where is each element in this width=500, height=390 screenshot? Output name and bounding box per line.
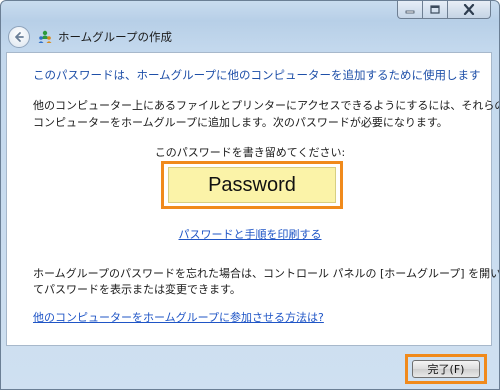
password-highlight: Password: [161, 161, 343, 209]
description-text: 他のコンピューター上にあるファイルとプリンターにアクセスできるようにするには、そ…: [33, 97, 500, 131]
join-help-link[interactable]: 他のコンピューターをホームグループに参加させる方法は?: [33, 309, 324, 325]
content-pane: このパスワードは、ホームグループに他のコンピューターを追加するために使用します …: [6, 52, 500, 346]
caption-buttons: [397, 1, 491, 19]
close-button[interactable]: [448, 1, 491, 19]
print-password-link[interactable]: パスワードと手順を印刷する: [7, 226, 493, 242]
homegroup-icon: [38, 30, 52, 43]
password-display: Password: [168, 167, 336, 203]
minimize-button[interactable]: [397, 1, 423, 19]
close-icon: [463, 4, 475, 15]
forgot-line: てパスワードを表示または変更できます。: [33, 283, 241, 296]
maximize-icon: [430, 5, 440, 14]
maximize-button[interactable]: [423, 1, 448, 19]
page-heading: このパスワードは、ホームグループに他のコンピューターを追加するために使用します: [33, 68, 481, 82]
description-line: コンピューターをホームグループに追加します。次のパスワードが必要になります。: [33, 116, 448, 129]
minimize-icon: [405, 10, 415, 13]
finish-button-highlight: 完了(F): [405, 354, 487, 384]
window-title: ホームグループの作成: [58, 29, 172, 44]
finish-button[interactable]: 完了(F): [412, 360, 480, 378]
back-button[interactable]: [8, 25, 30, 48]
forgot-line: ホームグループのパスワードを忘れた場合は、コントロール パネルの [ホームグルー…: [33, 267, 500, 280]
homegroup-wizard-window: ホームグループの作成 このパスワードは、ホームグループに他のコンピューターを追加…: [0, 0, 500, 390]
forgot-password-text: ホームグループのパスワードを忘れた場合は、コントロール パネルの [ホームグルー…: [33, 266, 500, 298]
description-line: 他のコンピューター上にあるファイルとプリンターにアクセスできるようにするには、そ…: [33, 99, 500, 112]
back-arrow-icon: [15, 31, 24, 42]
wizard-header: ホームグループの作成: [2, 24, 492, 49]
write-down-label: このパスワードを書き留めてください:: [154, 146, 346, 159]
